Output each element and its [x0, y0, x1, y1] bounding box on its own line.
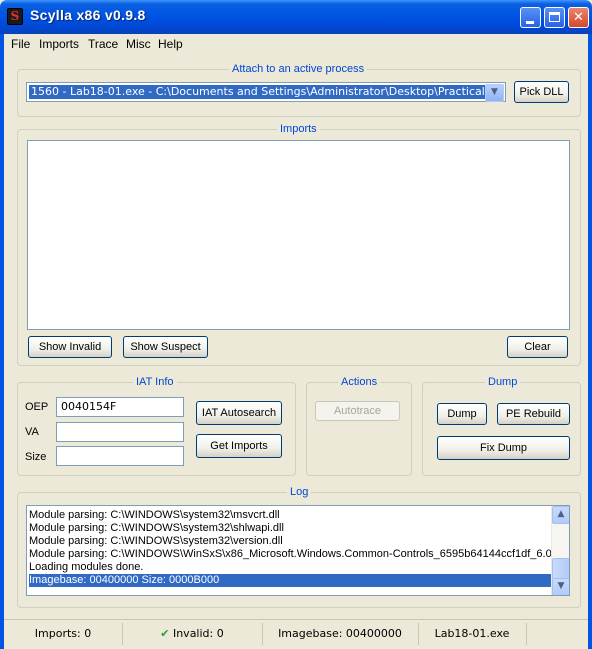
menu-help[interactable]: Help — [158, 34, 183, 54]
scylla-app-icon: S — [7, 8, 23, 25]
status-imagebase: Imagebase: 00400000 — [278, 627, 402, 640]
close-button[interactable]: ✕ — [568, 7, 589, 28]
status-separator — [262, 623, 263, 645]
menu-imports[interactable]: Imports — [39, 34, 79, 54]
status-module: Lab18-01.exe — [434, 627, 510, 640]
actions-group — [306, 382, 412, 476]
pick-dll-button[interactable]: Pick DLL — [514, 81, 569, 103]
scroll-up-icon[interactable]: ▲ — [552, 506, 569, 524]
fix-dump-button[interactable]: Fix Dump — [437, 436, 570, 460]
chevron-down-icon[interactable]: ▼ — [485, 84, 504, 102]
checkmark-icon: ✔ — [160, 627, 170, 640]
log-line[interactable]: Module parsing: C:\WINDOWS\system32\shlw… — [29, 522, 553, 535]
get-imports-button[interactable]: Get Imports — [196, 434, 282, 458]
oep-input[interactable]: 0040154F — [56, 397, 184, 417]
va-label: VA — [25, 426, 39, 438]
menu-misc[interactable]: Misc — [126, 34, 151, 54]
va-input[interactable] — [56, 422, 184, 442]
status-invalid-text: Invalid: 0 — [172, 627, 224, 640]
log-line[interactable]: Loading modules done. — [29, 561, 553, 574]
imports-tree[interactable] — [27, 140, 570, 330]
status-separator — [526, 623, 527, 645]
scrollbar-thumb[interactable] — [552, 558, 569, 580]
show-invalid-button[interactable]: Show Invalid — [28, 336, 112, 358]
actions-group-title: Actions — [338, 376, 381, 388]
scroll-down-icon[interactable]: ▼ — [552, 578, 569, 595]
process-select-value: 1560 - Lab18-01.exe - C:\Documents and S… — [29, 85, 485, 99]
log-line[interactable]: Module parsing: C:\WINDOWS\system32\vers… — [29, 535, 553, 548]
oep-label: OEP — [25, 401, 49, 413]
clear-button[interactable]: Clear — [507, 336, 568, 358]
log-group-title: Log — [287, 486, 312, 498]
size-input[interactable] — [56, 446, 184, 466]
autotrace-button[interactable]: Autotrace — [315, 401, 400, 421]
dump-button[interactable]: Dump — [437, 403, 487, 425]
status-separator — [418, 623, 419, 645]
menu-file[interactable]: File — [11, 34, 30, 54]
minimize-icon — [526, 21, 534, 24]
menu-trace[interactable]: Trace — [88, 34, 118, 54]
show-suspect-button[interactable]: Show Suspect — [123, 336, 208, 358]
menu-bar: File Imports Trace Misc Help — [4, 34, 588, 54]
status-separator — [122, 623, 123, 645]
process-select[interactable]: 1560 - Lab18-01.exe - C:\Documents and S… — [26, 82, 506, 102]
log-line[interactable]: Module parsing: C:\WINDOWS\system32\msvc… — [29, 509, 553, 522]
log-scrollbar[interactable]: ▲ ▼ — [551, 506, 569, 595]
dump-group — [422, 382, 581, 476]
log-list[interactable]: Module parsing: C:\WINDOWS\system32\msvc… — [26, 505, 570, 596]
status-imports: Imports: 0 — [34, 627, 92, 640]
maximize-icon — [549, 12, 560, 22]
window-frame-right — [588, 34, 592, 649]
status-bar: Imports: 0 ✔ Invalid: 0 Imagebase: 00400… — [4, 619, 588, 649]
window-title: Scylla x86 v0.9.8 — [30, 7, 146, 23]
size-label: Size — [25, 451, 47, 463]
window-frame-left — [0, 34, 4, 649]
pe-rebuild-button[interactable]: PE Rebuild — [497, 403, 570, 425]
title-bar[interactable]: S Scylla x86 v0.9.8 ✕ — [0, 0, 592, 34]
log-line-selected[interactable]: Imagebase: 00400000 Size: 0000B000 — [29, 574, 553, 587]
iat-autosearch-button[interactable]: IAT Autosearch — [196, 401, 282, 425]
close-icon: ✕ — [573, 10, 584, 25]
attach-group-title: Attach to an active process — [229, 63, 368, 75]
dump-group-title: Dump — [485, 376, 521, 388]
iat-info-group-title: IAT Info — [133, 376, 177, 388]
status-invalid: ✔ Invalid: 0 — [126, 626, 258, 642]
minimize-button[interactable] — [520, 7, 541, 28]
log-line[interactable]: Module parsing: C:\WINDOWS\WinSxS\x86_Mi… — [29, 548, 553, 561]
maximize-button[interactable] — [544, 7, 565, 28]
imports-group-title: Imports — [277, 123, 320, 135]
